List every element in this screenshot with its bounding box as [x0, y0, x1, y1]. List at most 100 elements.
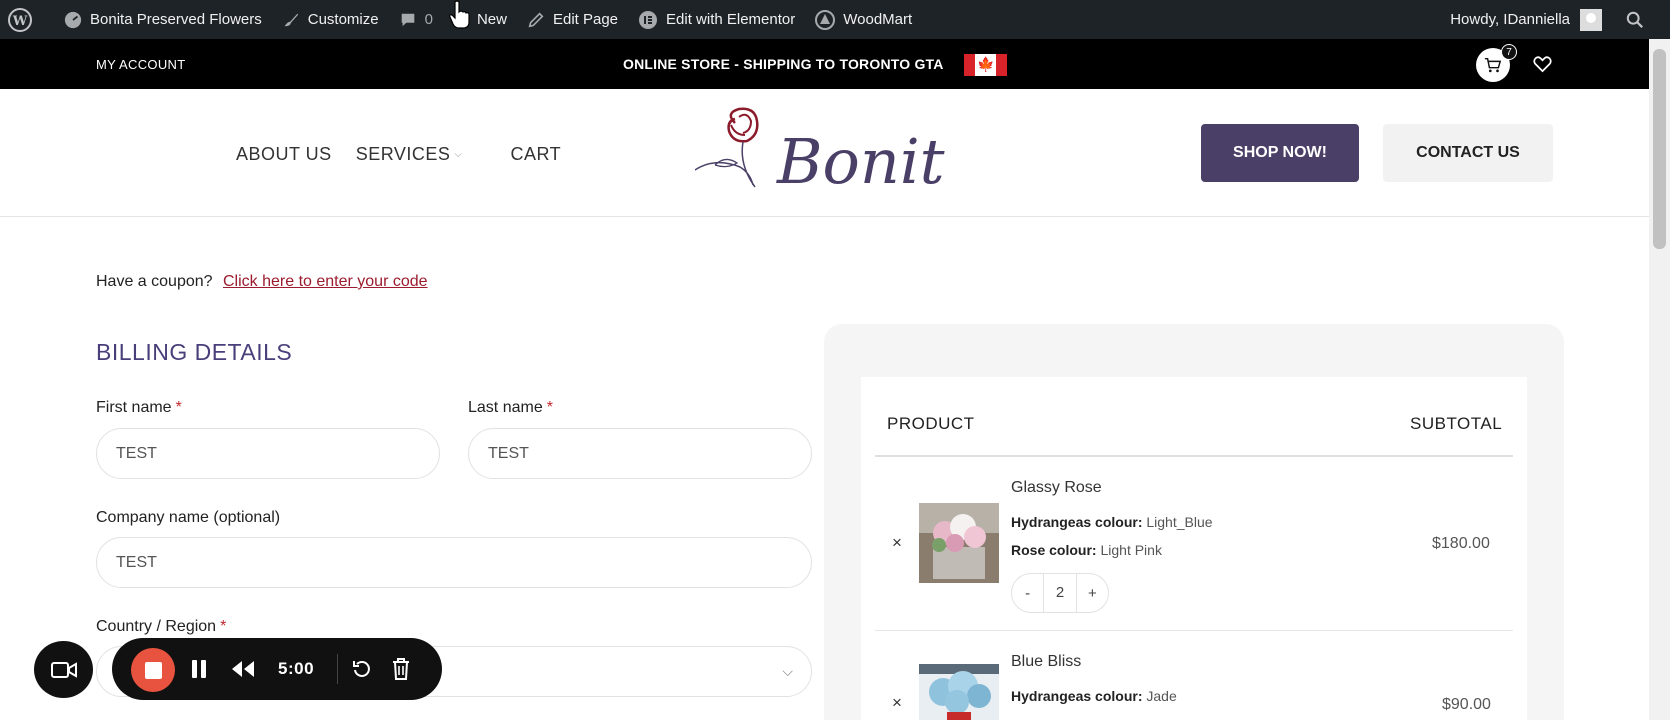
qty-minus-button[interactable]: - [1012, 585, 1043, 602]
edit-elementor-link[interactable]: Edit with Elementor [628, 0, 805, 39]
product-name[interactable]: Glassy Rose [1011, 479, 1102, 497]
svg-text:W: W [12, 14, 28, 29]
product-column-header: PRODUCT [887, 414, 975, 433]
rewind-icon[interactable] [231, 660, 255, 678]
top-bar: MY ACCOUNT ONLINE STORE - SHIPPING TO TO… [0, 39, 1670, 89]
last-name-label: Last name * [468, 399, 553, 417]
company-label: Company name (optional) [96, 509, 281, 526]
edit-page-link[interactable]: Edit Page [517, 0, 628, 39]
bonita-logo[interactable]: Bonita [695, 95, 945, 207]
page-scrollbar[interactable] [1649, 39, 1670, 720]
admin-search-button[interactable] [1612, 0, 1670, 39]
chevron-down-icon: ⌵ [782, 663, 793, 679]
wp-admin-bar: W Bonita Preserved Flowers Customize 0 N… [0, 0, 1670, 39]
edit-page-label: Edit Page [552, 11, 619, 28]
divider [337, 654, 338, 684]
logo-wordmark: Bonita [776, 125, 945, 198]
quantity-stepper: - 2 + [1011, 573, 1109, 613]
remove-item-button[interactable]: × [892, 533, 902, 553]
main-nav: ABOUT US SERVICES ⌵ CART [236, 144, 585, 165]
site-name-label: Bonita Preserved Flowers [90, 11, 262, 28]
first-name-label: First name * [96, 399, 182, 417]
product-meta-hydrangeas: Hydrangeas colour: Light_Blue [1011, 514, 1213, 530]
last-name-field[interactable]: TEST [468, 428, 812, 479]
meta-value: Light Pink [1100, 542, 1162, 558]
recording-timer: 5:00 [278, 659, 315, 678]
meta-key: Hydrangeas colour: [1011, 688, 1143, 704]
coupon-notice: Have a coupon? Click here to enter your … [96, 273, 428, 291]
cart-count-badge: 7 [1501, 44, 1517, 60]
my-account-menu[interactable]: Howdy, IDanniella [1440, 0, 1612, 39]
search-icon [1626, 11, 1643, 28]
shipping-notice: ONLINE STORE - SHIPPING TO TORONTO GTA [623, 56, 944, 72]
item-subtotal: $180.00 [1432, 535, 1490, 552]
chevron-down-icon: ⌵ [454, 149, 463, 160]
cart-icon [1484, 57, 1502, 73]
scrollbar-thumb[interactable] [1653, 49, 1666, 249]
contact-us-button[interactable]: CONTACT US [1383, 124, 1553, 182]
site-header: ABOUT US SERVICES⌵ CART Bonita SHOP NOW!… [0, 89, 1670, 217]
nav-services-label: SERVICES [355, 144, 451, 164]
meta-key: Hydrangeas colour: [1011, 514, 1143, 530]
subtotal-column-header: SUBTOTAL [1410, 414, 1503, 433]
first-name-label-text: First name [96, 399, 172, 416]
country-label-text: Country / Region [96, 618, 217, 635]
item-subtotal: $90.00 [1442, 696, 1491, 713]
pencil-icon [528, 12, 544, 27]
product-meta-hydrangeas: Hydrangeas colour: Jade [1011, 688, 1177, 704]
blue-bliss-thumbnail[interactable] [919, 664, 999, 720]
comment-icon [401, 13, 414, 26]
edit-elementor-label: Edit with Elementor [666, 11, 796, 28]
meta-value: Jade [1146, 688, 1177, 704]
coupon-link[interactable]: Click here to enter your code [223, 273, 428, 290]
required-mark: * [546, 399, 553, 416]
video-camera-icon [50, 661, 77, 678]
brush-icon [284, 13, 298, 26]
wordpress-logo-icon[interactable]: W [0, 0, 54, 39]
comments-link[interactable]: 0 [389, 0, 443, 39]
comments-count: 0 [424, 11, 433, 28]
trash-icon[interactable] [392, 658, 410, 680]
new-label: New [476, 11, 507, 28]
dashboard-icon [64, 11, 82, 28]
customize-link[interactable]: Customize [272, 0, 389, 39]
qty-input[interactable]: 2 [1043, 574, 1077, 612]
canada-flag-icon [964, 54, 1007, 76]
woodmart-link[interactable]: WoodMart [805, 0, 922, 39]
rose-icon [695, 107, 759, 188]
nav-services[interactable]: SERVICES ⌵ [356, 144, 487, 165]
header-divider [875, 455, 1513, 457]
wishlist-heart-icon[interactable] [1533, 56, 1552, 73]
shop-now-button[interactable]: SHOP NOW! [1201, 124, 1359, 182]
product-name[interactable]: Blue Bliss [1011, 653, 1081, 671]
howdy-label: Howdy, IDanniella [1450, 11, 1570, 28]
site-name-link[interactable]: Bonita Preserved Flowers [54, 0, 272, 39]
qty-plus-button[interactable]: + [1077, 585, 1108, 602]
elementor-icon [639, 10, 658, 29]
row-divider [875, 630, 1513, 631]
woodmart-label: WoodMart [843, 11, 913, 28]
required-mark: * [220, 618, 227, 635]
nav-cart[interactable]: CART [510, 144, 561, 165]
hand-cursor-icon [449, 0, 470, 29]
last-name-label-text: Last name [468, 399, 543, 416]
meta-value: Light_Blue [1146, 514, 1213, 530]
nav-about-us[interactable]: ABOUT US [236, 144, 332, 165]
meta-key: Rose colour: [1011, 542, 1097, 558]
remove-item-button[interactable]: × [892, 693, 902, 713]
restart-icon[interactable] [352, 659, 372, 679]
country-label: Country / Region * [96, 618, 226, 636]
pause-icon[interactable] [191, 660, 207, 678]
coupon-prompt: Have a coupon? [96, 273, 213, 290]
recording-controls: 5:00 [112, 638, 442, 700]
page: W Bonita Preserved Flowers Customize 0 N… [0, 0, 1670, 720]
stop-recording-button[interactable] [131, 648, 175, 692]
first-name-field[interactable]: TEST [96, 428, 440, 479]
billing-title: BILLING DETAILS [96, 339, 293, 365]
avatar [1580, 8, 1602, 31]
my-account-link[interactable]: MY ACCOUNT [96, 57, 185, 72]
camera-toggle-button[interactable] [34, 641, 93, 698]
glassy-rose-thumbnail[interactable] [919, 503, 999, 583]
product-meta-rose: Rose colour: Light Pink [1011, 542, 1162, 558]
company-field[interactable]: TEST [96, 537, 812, 588]
